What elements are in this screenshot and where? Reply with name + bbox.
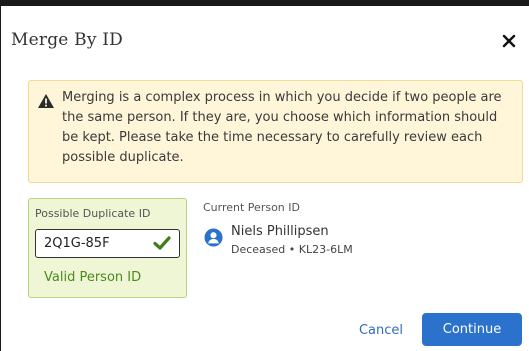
possible-duplicate-field[interactable]	[35, 229, 180, 258]
checkmark-icon	[153, 236, 171, 250]
possible-duplicate-label: Possible Duplicate ID	[35, 207, 151, 220]
valid-status-text: Valid Person ID	[44, 270, 142, 285]
possible-duplicate-input[interactable]	[36, 230, 146, 256]
current-person-name[interactable]: Niels Phillipsen	[231, 224, 329, 239]
warning-text: Merging is a complex process in which yo…	[62, 90, 502, 165]
close-icon[interactable]	[502, 34, 516, 48]
dialog-title: Merge By ID	[11, 30, 123, 50]
continue-button[interactable]: Continue	[422, 313, 522, 346]
cancel-button[interactable]: Cancel	[353, 315, 409, 345]
current-person-label: Current Person ID	[203, 201, 300, 214]
close-button[interactable]	[496, 28, 522, 54]
warning-triangle-icon	[38, 94, 54, 108]
merge-by-id-dialog: Merge By ID Merging is a complex process…	[0, 0, 529, 351]
current-person-meta: Deceased • KL23-6LM	[231, 243, 353, 256]
possible-duplicate-panel: Possible Duplicate ID Valid Person ID	[28, 198, 187, 298]
merge-warning-banner: Merging is a complex process in which yo…	[28, 80, 523, 183]
person-icon	[204, 228, 223, 247]
